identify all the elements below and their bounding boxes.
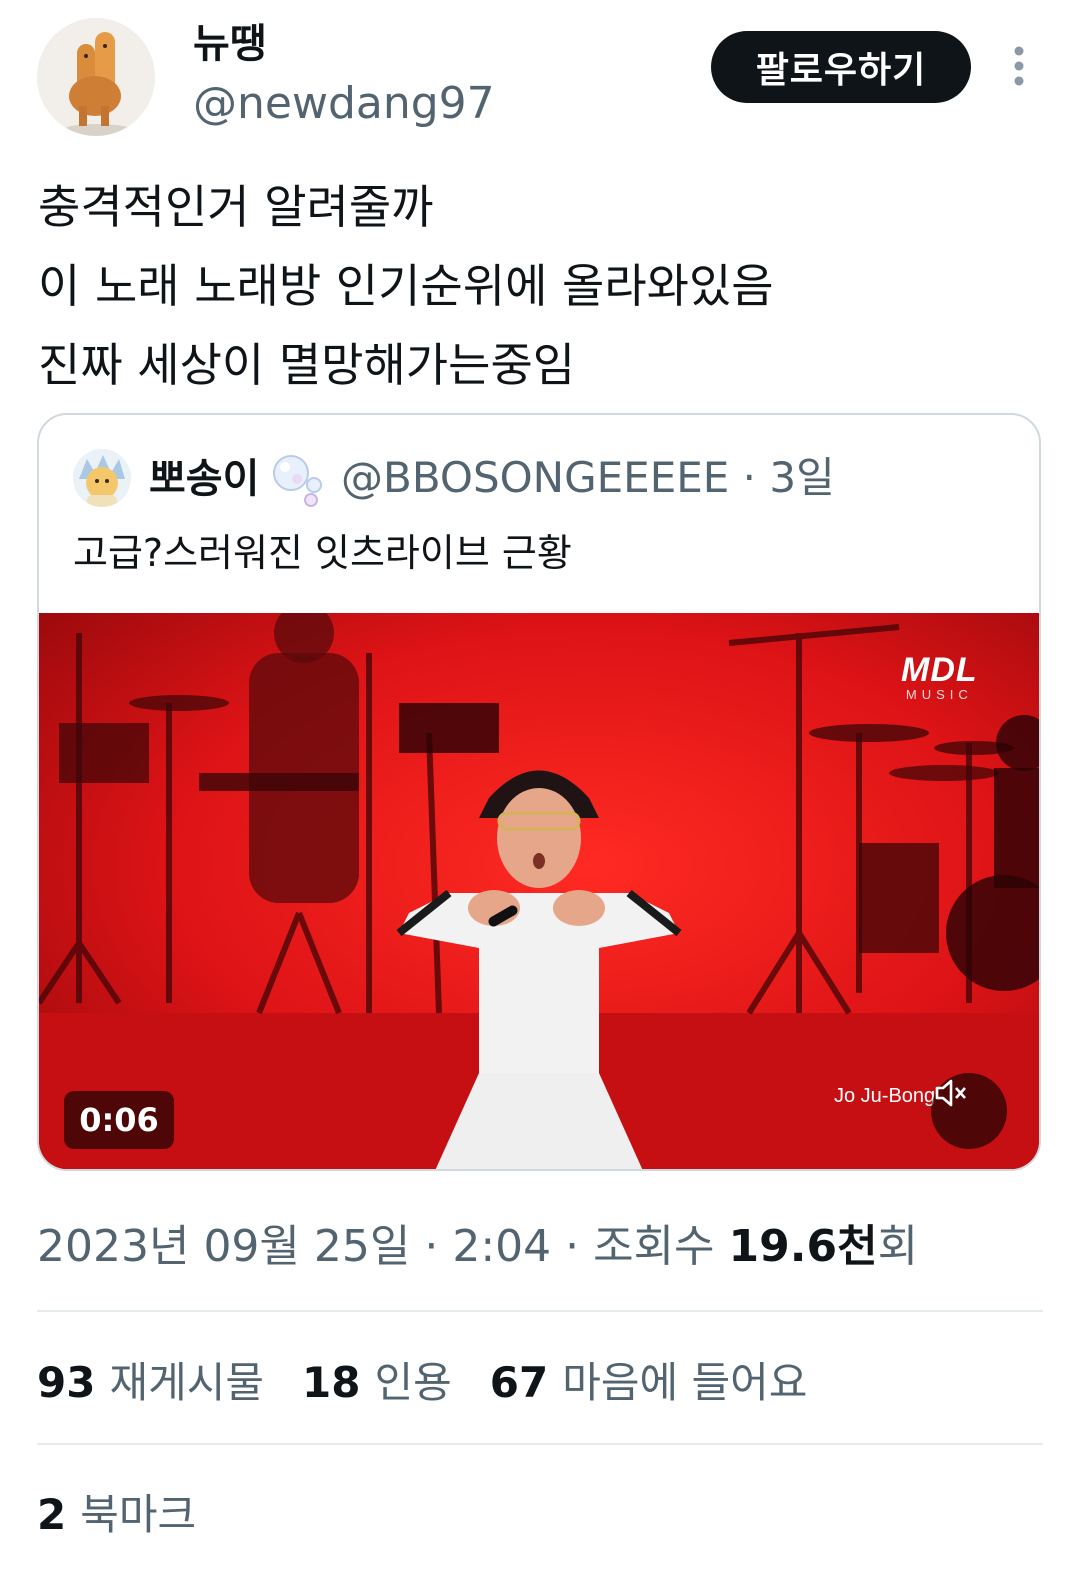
tweet-text: 충격적인거 알려줄까 이 노래 노래방 인기순위에 올라와있음 진짜 세상이 멸…: [38, 168, 1048, 405]
divider: [37, 1310, 1043, 1312]
author-avatar[interactable]: [37, 18, 155, 136]
quote-label: 인용: [374, 1358, 452, 1407]
tweet-text-line: 진짜 세상이 멸망해가는중임: [38, 338, 576, 392]
quoted-author-handle-time: @BBOSONGEEEEE · 3일: [341, 453, 835, 502]
brand-logo-subtext: MUSIC: [905, 687, 973, 702]
follow-button[interactable]: 팔로우하기: [711, 31, 971, 103]
view-count: 19.6천: [728, 1221, 878, 1272]
quoted-tweet-header: 뽀송이 @BBOSONGEEEEE · 3일: [73, 445, 1033, 509]
video-watermark: Jo Ju-Bong: [834, 1085, 936, 1107]
video-duration-badge: 0:06: [64, 1091, 174, 1149]
quoted-tweet-card[interactable]: 뽀송이 @BBOSONGEEEEE · 3일 고급?스러워진 잇츠라이브 근황: [37, 413, 1041, 1171]
tweet-text-line: 이 노래 노래방 인기순위에 올라와있음: [38, 259, 774, 313]
tweet-header: 뉴땡 @newdang97 팔로우하기: [0, 0, 1080, 150]
quoted-tweet-text: 고급?스러워진 잇츠라이브 근황: [73, 531, 572, 575]
likes-stat[interactable]: 67 마음에 들어요: [490, 1358, 846, 1407]
mute-button[interactable]: [931, 1073, 1007, 1149]
retweets-stat[interactable]: 93 재게시물: [37, 1358, 302, 1407]
author-display-name[interactable]: 뉴땡: [193, 20, 267, 68]
like-label: 마음에 들어요: [562, 1358, 808, 1407]
bookmark-count: 2: [37, 1490, 67, 1539]
tweet-meta: 2023년 09월 25일 · 2:04 · 조회수 19.6천회: [37, 1220, 918, 1274]
divider: [37, 1443, 1043, 1445]
quoted-author-name: 뽀송이: [149, 456, 260, 502]
video-player[interactable]: MDL MUSIC Jo Ju-Bong 0:06: [39, 613, 1039, 1169]
brand-logo-text: MDL: [901, 651, 978, 689]
bubbles-emoji-icon: [271, 445, 325, 509]
bookmark-label: 북마크: [80, 1490, 197, 1539]
quotes-stat[interactable]: 18 인용: [302, 1358, 490, 1407]
brand-logo: MDL MUSIC: [901, 653, 978, 702]
speaker-muted-icon: [935, 1079, 966, 1107]
more-options-icon[interactable]: [1004, 44, 1034, 88]
like-count: 67: [489, 1358, 549, 1407]
view-count-suffix: 회: [877, 1221, 919, 1272]
tweet-datetime[interactable]: 2023년 09월 25일 · 2:04 · 조회수: [37, 1221, 729, 1272]
tweet-text-line: 충격적인거 알려줄까: [38, 180, 434, 234]
bookmarks-stat[interactable]: 2 북마크: [37, 1488, 234, 1542]
quote-count: 18: [302, 1358, 361, 1407]
retweet-label: 재게시물: [109, 1358, 265, 1407]
author-handle[interactable]: @newdang97: [193, 78, 495, 130]
retweet-count: 93: [37, 1358, 96, 1407]
quoted-author-avatar: [73, 449, 131, 507]
engagement-stats: 93 재게시물 18 인용 67 마음에 들어요: [37, 1356, 845, 1410]
